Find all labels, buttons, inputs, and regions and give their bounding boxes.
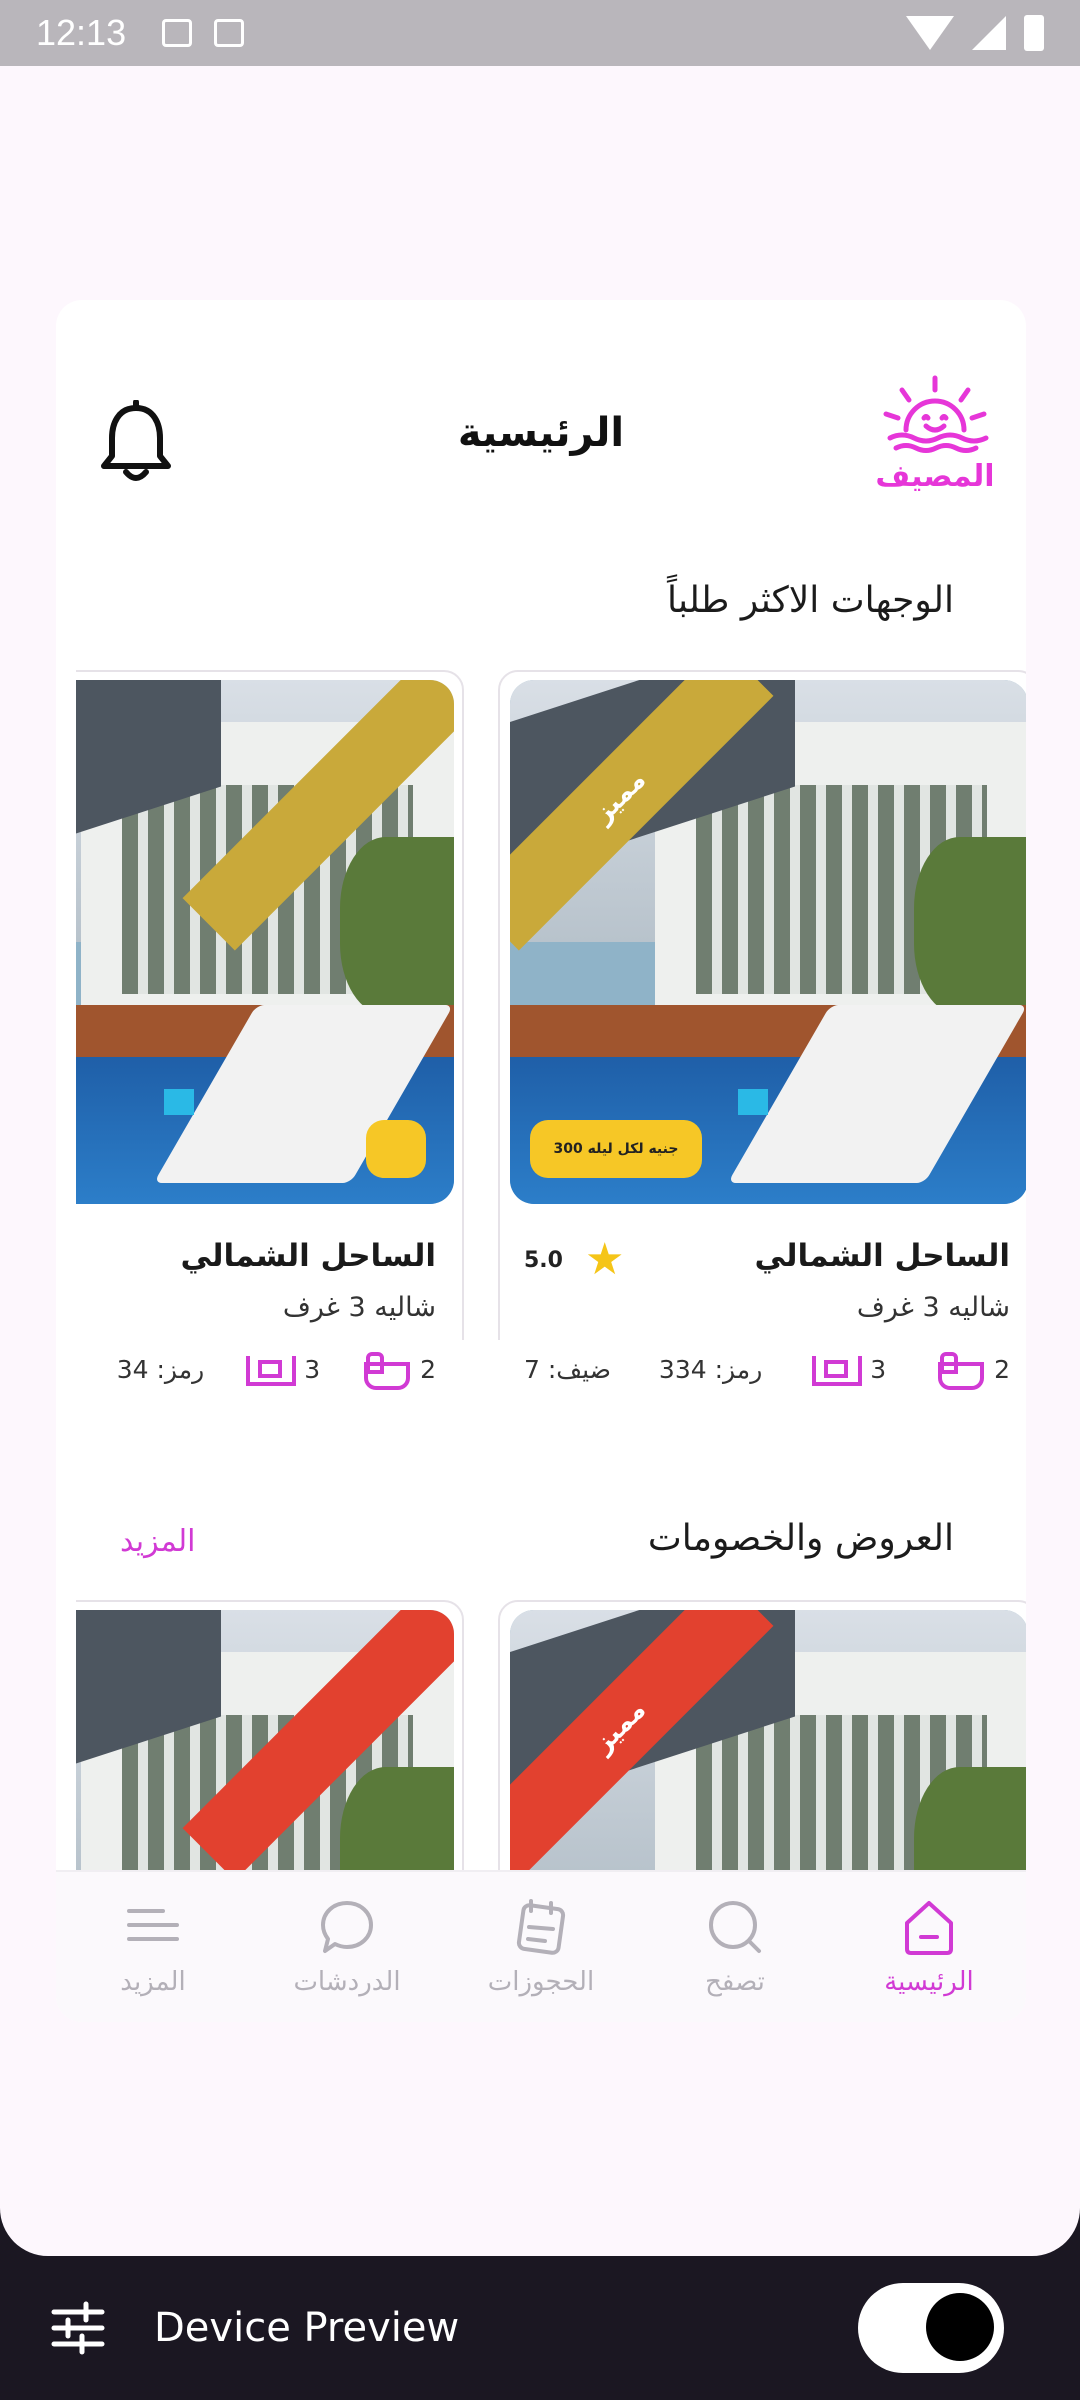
device-preview-label: Device Preview xyxy=(154,2305,460,2351)
property-code: رمز: 334 xyxy=(658,1354,763,1384)
status-notification-icons xyxy=(162,19,245,47)
bed-icon xyxy=(244,1350,297,1388)
property-card[interactable]: مميز 300 جنيه لكل ليله xyxy=(498,670,1026,1340)
bookings-icon xyxy=(516,1899,566,1955)
offers-section-title: العروض والخصومات xyxy=(647,1518,954,1559)
status-bar: 12:13 xyxy=(0,0,1080,66)
bathrooms: 2 xyxy=(360,1350,436,1390)
offer-card[interactable]: مميز xyxy=(498,1600,1026,1870)
header: الرئيسية المصيف xyxy=(56,300,1026,560)
bathrooms-count: 2 xyxy=(420,1354,436,1384)
property-image[interactable]: مميز 300 جنيه لكل ليله xyxy=(510,680,1026,1204)
nav-label: الحجوزات xyxy=(487,1967,595,1997)
status-time: 12:13 xyxy=(36,12,127,53)
nav-more[interactable]: المزيد xyxy=(56,1872,250,2022)
offers-more-link[interactable]: المزيد xyxy=(120,1524,195,1559)
nav-label: الرئيسية xyxy=(884,1967,974,1997)
menu-icon xyxy=(127,1909,179,1941)
property-card[interactable] xyxy=(76,670,464,1340)
offers-cards-row[interactable]: مميز xyxy=(76,1600,1026,1870)
offer-image[interactable] xyxy=(76,1610,454,1870)
bed-icon xyxy=(810,1350,863,1388)
bedrooms-count: 3 xyxy=(304,1354,321,1384)
image-notification-icon xyxy=(162,19,193,47)
popular-section-title: الوجهات الاكثر طلباً xyxy=(667,580,954,621)
signal-icon xyxy=(972,16,1006,50)
nav-label: المزيد xyxy=(120,1967,186,1997)
bottom-navigation: المزيد الدردشات الحجوزات تصفح الرئيسية xyxy=(56,1870,1026,2022)
battery-icon xyxy=(1024,15,1044,51)
wifi-icon xyxy=(906,16,954,50)
toggle-knob xyxy=(926,2293,994,2361)
nav-bookings[interactable]: الحجوزات xyxy=(444,1872,638,2022)
offer-image[interactable]: مميز xyxy=(510,1610,1026,1870)
logo: المصيف xyxy=(875,375,995,494)
app-frame: الرئيسية المصيف الوجهات الاكثر طلباً ممي… xyxy=(56,300,1026,2022)
nav-home[interactable]: الرئيسية xyxy=(832,1872,1026,2022)
bathrooms-count: 2 xyxy=(994,1354,1010,1384)
status-indicators xyxy=(906,15,1044,51)
nav-label: تصفح xyxy=(705,1967,765,1997)
property-meta: 2 3 رمز: 334 ضيف: 7 xyxy=(524,1344,1010,1394)
property-meta: 2 3 رمز: 34 xyxy=(76,1344,436,1394)
popular-cards-row[interactable]: مميز 300 جنيه لكل ليله xyxy=(76,660,1026,1340)
bathtub-icon xyxy=(360,1350,411,1390)
bedrooms: 3 xyxy=(810,1350,886,1388)
offer-card[interactable] xyxy=(76,1600,464,1870)
bedrooms: 3 xyxy=(244,1350,320,1388)
bathtub-icon xyxy=(934,1350,985,1390)
nav-label: الدردشات xyxy=(293,1967,401,1997)
chat-icon xyxy=(321,1901,373,1953)
settings-sliders-icon[interactable] xyxy=(50,2300,106,2356)
device-preview-bar: Device Preview xyxy=(0,2256,1080,2400)
home-icon xyxy=(905,1901,953,1955)
logo-text: المصيف xyxy=(875,459,994,494)
property-code: رمز: 34 xyxy=(116,1354,205,1384)
bedrooms-count: 3 xyxy=(870,1354,887,1384)
device-preview-toggle[interactable] xyxy=(858,2283,1004,2373)
font-notification-icon xyxy=(214,19,245,47)
nav-browse[interactable]: تصفح xyxy=(638,1872,832,2022)
nav-chats[interactable]: الدردشات xyxy=(250,1872,444,2022)
guests-count: ضيف: 7 xyxy=(524,1354,611,1384)
price-badge xyxy=(366,1120,426,1178)
property-image[interactable] xyxy=(76,680,454,1204)
bathrooms: 2 xyxy=(934,1350,1010,1390)
search-icon xyxy=(709,1901,761,1953)
price-badge: 300 جنيه لكل ليله xyxy=(530,1120,702,1178)
